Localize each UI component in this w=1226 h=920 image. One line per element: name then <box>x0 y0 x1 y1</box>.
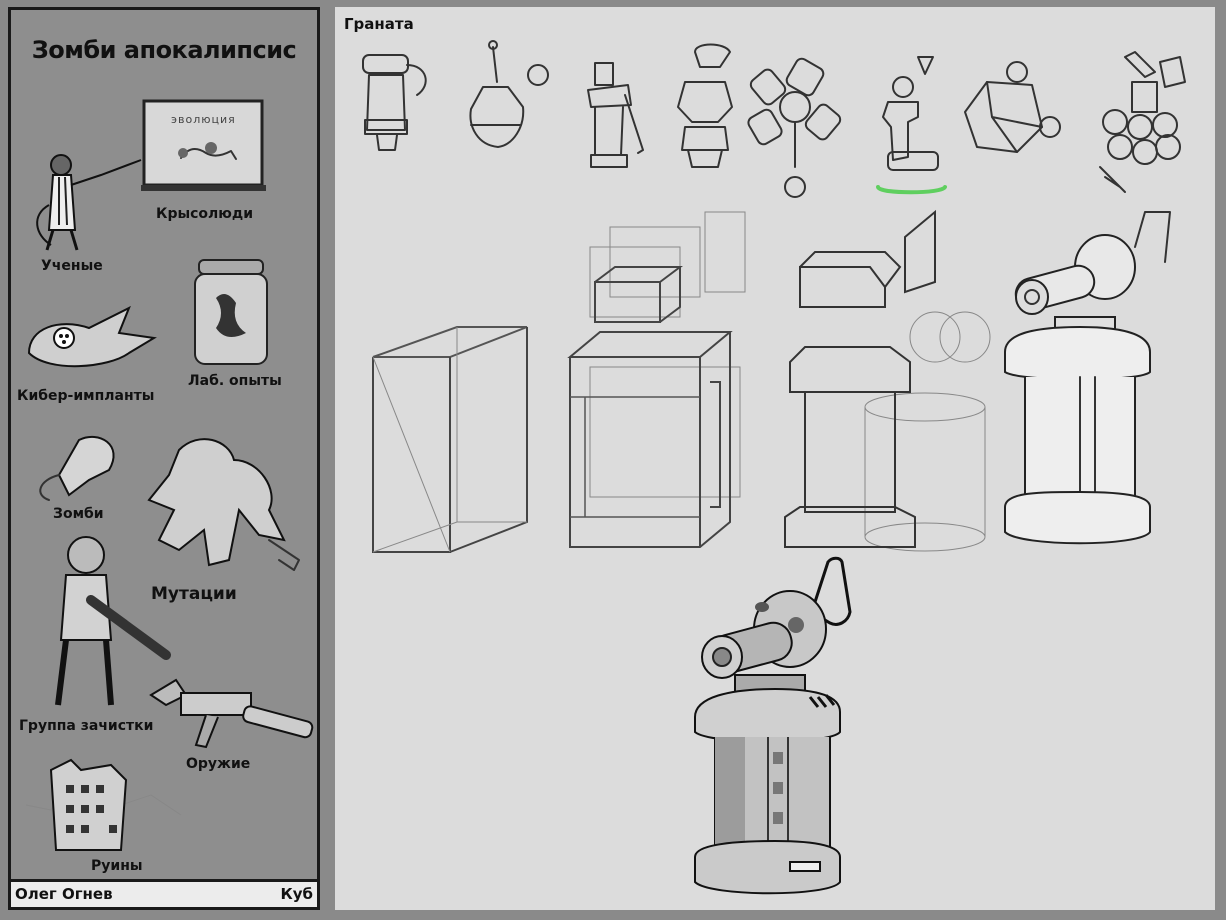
grenade-thumbnail-4[interactable] <box>670 42 750 172</box>
grenade-thumbnail-1[interactable] <box>357 45 437 155</box>
board-footer: Олег Огнев Куб <box>11 879 317 907</box>
grenade-thumbnail-3[interactable] <box>583 55 658 175</box>
label-rat-people: Крысолюди <box>156 206 254 222</box>
grenade-thumbnail-2[interactable] <box>463 37 553 152</box>
board-title: Зомби апокалипсис <box>31 36 297 64</box>
mood-board-panel: Зомби апокалипсис эволюция Крысолюди Уче… <box>8 7 320 910</box>
label-cleanup-squad: Группа зачистки <box>19 718 154 734</box>
project-name: Куб <box>280 885 313 903</box>
scientist-rat-illustration <box>36 154 142 251</box>
author-name: Олег Огнев <box>15 885 113 903</box>
cyber-rat-illustration <box>27 305 157 368</box>
chalkboard-text: эволюция <box>171 113 236 126</box>
label-ruins: Руины <box>91 858 143 874</box>
label-weapons: Оружие <box>186 756 251 772</box>
grenade-thumbnail-8[interactable] <box>1080 47 1190 197</box>
grenade-final-render <box>694 556 852 895</box>
grenade-thumbnail-6-selected[interactable] <box>873 52 953 202</box>
label-cyber-implants: Кибер-импланты <box>17 388 155 404</box>
ruins-illustration <box>25 758 182 851</box>
canvas-title: Граната <box>344 15 414 33</box>
grenade-thumbnail-5[interactable] <box>747 52 845 202</box>
grenade-lineart-stage-4 <box>1004 211 1171 545</box>
grenade-thumbnail-7[interactable] <box>957 57 1067 167</box>
label-lab-experiments: Лаб. опыты <box>188 373 282 389</box>
sketch-canvas: Граната <box>335 7 1215 910</box>
construction-stage-3 <box>784 209 991 552</box>
label-zombies: Зомби <box>53 506 104 522</box>
construction-stage-2 <box>567 211 746 548</box>
specimen-jar-illustration <box>194 259 268 365</box>
construction-box-stage-1 <box>372 326 528 553</box>
zombie-rat-illustration <box>39 435 115 501</box>
label-scientists: Ученые <box>41 258 103 274</box>
